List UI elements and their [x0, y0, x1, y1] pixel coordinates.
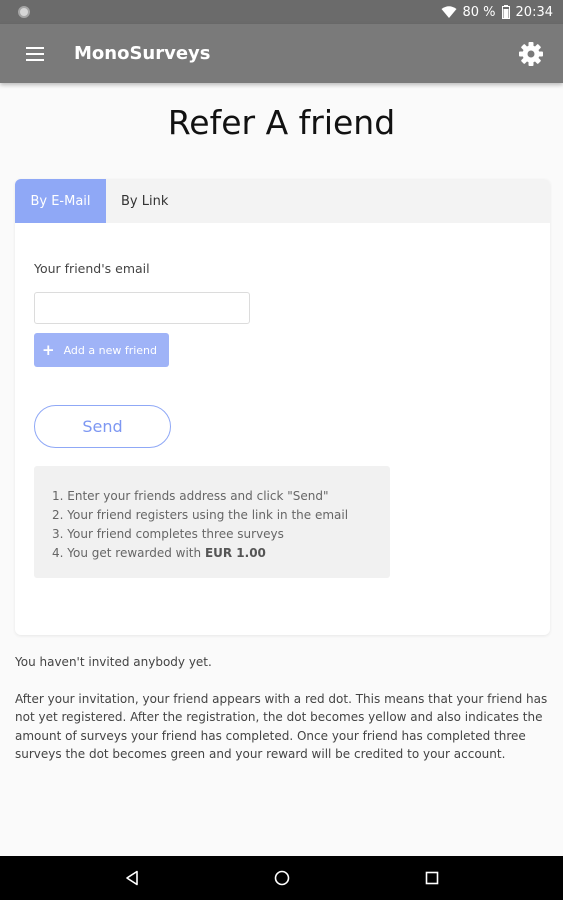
battery-icon — [501, 5, 510, 19]
step-4: 4. You get rewarded with EUR 1.00 — [52, 544, 390, 563]
home-button[interactable] — [271, 867, 293, 889]
battery-percent: 80 % — [462, 4, 496, 20]
plus-icon: + — [42, 340, 55, 359]
status-bar: 80 % 20:34 — [0, 0, 563, 24]
add-friend-button[interactable]: + Add a new friend — [34, 333, 169, 367]
notification-icon — [18, 6, 30, 18]
step-4-text: 4. You get rewarded with — [52, 546, 205, 560]
tab-bar: By E-Mail By Link — [15, 179, 550, 223]
menu-button[interactable] — [17, 36, 53, 72]
send-button[interactable]: Send — [34, 405, 171, 448]
instructions-box: 1. Enter your friends address and click … — [34, 466, 390, 578]
step-3: 3. Your friend completes three surveys — [52, 527, 284, 541]
status-indicators: 80 % 20:34 — [441, 4, 553, 20]
app-bar: MonoSurveys — [0, 24, 563, 83]
menu-icon — [26, 46, 44, 61]
wifi-icon — [441, 5, 456, 18]
home-icon — [274, 870, 289, 886]
reward-amount: EUR 1.00 — [204, 546, 266, 560]
step-2: 2. Your friend registers using the link … — [52, 508, 349, 522]
recents-button[interactable] — [421, 867, 443, 889]
app-title: MonoSurveys — [74, 43, 211, 64]
referral-card: By E-Mail By Link Your friend's email + … — [15, 179, 550, 635]
page-title: Refer A friend — [167, 103, 396, 142]
invite-explanation: After your invitation, your friend appea… — [15, 692, 548, 761]
no-invites-message: You haven't invited anybody yet. — [15, 655, 212, 669]
email-field[interactable] — [34, 292, 250, 324]
tab-by-email[interactable]: By E-Mail — [15, 179, 106, 223]
back-icon — [125, 870, 138, 886]
add-friend-label: Add a new friend — [63, 343, 158, 357]
back-button[interactable] — [121, 867, 143, 889]
tab-by-link[interactable]: By Link — [106, 179, 183, 223]
gear-icon — [519, 41, 543, 66]
email-field-label: Your friend's email — [34, 261, 150, 276]
system-nav-bar — [0, 856, 563, 900]
clock: 20:34 — [515, 4, 553, 20]
settings-button[interactable] — [515, 38, 547, 70]
recents-icon — [425, 871, 438, 885]
step-1: 1. Enter your friends address and click … — [52, 489, 329, 503]
